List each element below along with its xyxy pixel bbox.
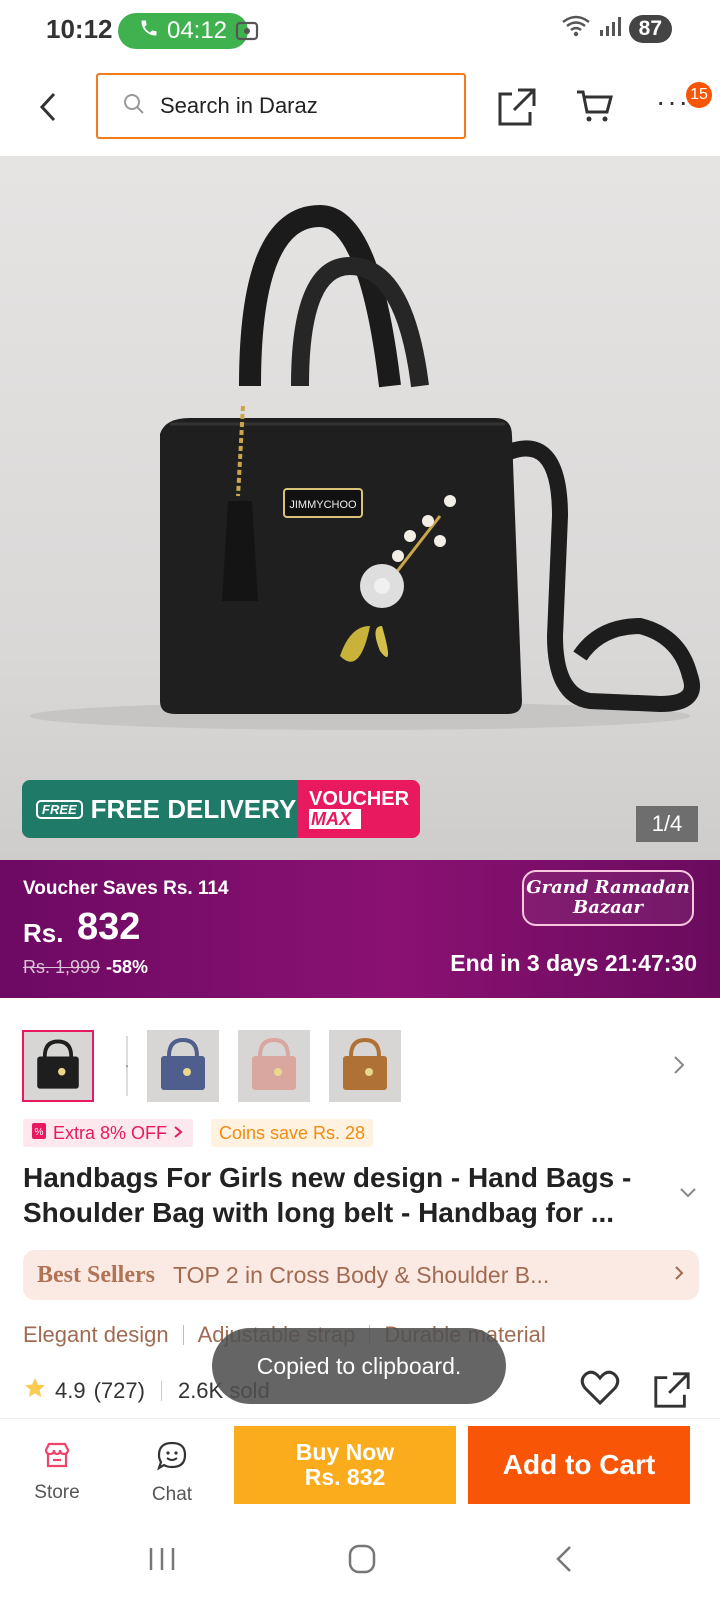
thumbnails-next-button[interactable]: [672, 1054, 686, 1081]
current-price: 832: [77, 906, 141, 948]
screenshot-icon: [234, 18, 260, 49]
wifi-icon: [561, 14, 591, 43]
phone-icon: [139, 17, 159, 45]
campaign-name-line1: Grand Ramadan: [526, 877, 690, 898]
battery-indicator: 87: [628, 14, 672, 43]
buy-now-price: Rs. 832: [304, 1464, 386, 1490]
free-delivery-truck-icon: FREE: [36, 799, 83, 819]
extra-off-tag[interactable]: % Extra 8% OFF: [23, 1119, 194, 1147]
share-button[interactable]: [496, 86, 538, 133]
product-image-carousel[interactable]: JIMMYCHOO: [0, 156, 720, 860]
thumbnail-1[interactable]: [22, 1030, 94, 1102]
bag-logo-text: JIMMYCHOO: [289, 499, 357, 511]
original-price: Rs. 1,999: [23, 957, 101, 977]
extra-off-label: Extra 8% OFF: [53, 1122, 168, 1143]
product-title: Handbags For Girls new design - Hand Bag…: [23, 1162, 632, 1228]
chat-icon: [156, 1440, 188, 1478]
search-icon: [122, 92, 146, 121]
campaign-name-line2: Bazaar: [573, 897, 643, 918]
status-time: 10:12: [46, 14, 113, 44]
discount-percent: -58%: [106, 957, 149, 977]
thumbnail-2[interactable]: [147, 1030, 219, 1102]
buy-now-button[interactable]: Buy Now Rs. 832: [234, 1426, 456, 1504]
coupon-icon: %: [31, 1122, 47, 1145]
more-menu-button[interactable]: ···: [656, 88, 690, 116]
price-currency: Rs.: [23, 918, 64, 948]
free-delivery-banner: FREE FREE DELIVERY VOUCHER MAX: [22, 780, 420, 838]
system-back-button[interactable]: [554, 1544, 574, 1579]
back-icon: [556, 1546, 571, 1572]
recent-apps-icon: [149, 1548, 175, 1570]
store-button[interactable]: Store: [22, 1440, 92, 1504]
rating-count: (727): [93, 1378, 145, 1403]
buy-now-label: Buy Now: [295, 1439, 395, 1465]
feature-divider: [182, 1325, 184, 1345]
feature-item: Elegant design: [23, 1322, 169, 1347]
campaign-countdown: End in 3 days 21:47:30: [450, 950, 697, 976]
thumbnail-divider: [126, 1036, 128, 1096]
status-bar: 10:12 04:12 87: [0, 0, 720, 62]
expand-title-button[interactable]: [678, 1186, 698, 1204]
thumbnail-5[interactable]: [420, 1030, 492, 1102]
product-bag-image: JIMMYCHOO: [30, 204, 700, 730]
rating-score: 4.9: [55, 1378, 86, 1403]
ongoing-call-pill[interactable]: 04:12: [118, 13, 248, 49]
chat-label: Chat: [151, 1484, 193, 1505]
coins-save-tag: Coins save Rs. 28: [211, 1119, 374, 1147]
toast-message: Copied to clipboard.: [212, 1328, 506, 1404]
chevron-right-icon: [673, 1264, 685, 1287]
chevron-left-icon: [39, 92, 56, 122]
signal-icon: [599, 15, 621, 42]
chevron-right-icon: [173, 1123, 183, 1144]
campaign-logo[interactable]: Grand Ramadan Bazaar: [522, 870, 694, 926]
back-button[interactable]: [34, 90, 64, 124]
add-to-cart-button[interactable]: Add to Cart: [468, 1426, 690, 1504]
call-timer: 04:12: [166, 17, 228, 44]
cart-button[interactable]: [575, 88, 613, 129]
search-input[interactable]: Search in Daraz: [96, 73, 466, 139]
image-counter: 1/4: [636, 806, 698, 842]
best-sellers-title: Best Sellers: [37, 1261, 155, 1288]
voucher-max-badge: VOUCHER MAX: [297, 780, 420, 838]
chevron-right-icon: [674, 1056, 685, 1074]
share-icon: [498, 88, 536, 126]
share-icon: [654, 1372, 690, 1408]
variant-thumbnails: [22, 1030, 698, 1106]
voucher-label: VOUCHER: [309, 788, 410, 810]
best-sellers-banner[interactable]: Best Sellers TOP 2 in Cross Body & Shoul…: [23, 1250, 699, 1300]
voucher-saves-text: Voucher Saves Rs. 114: [23, 878, 229, 899]
share-product-button[interactable]: [652, 1370, 692, 1415]
recent-apps-button[interactable]: [148, 1546, 176, 1577]
free-delivery-text: FREE DELIVERY: [90, 793, 297, 824]
svg-text:%: %: [35, 1127, 44, 1138]
wishlist-button[interactable]: [580, 1370, 620, 1411]
home-icon: [348, 1544, 376, 1574]
thumbnail-3[interactable]: [238, 1030, 310, 1102]
store-icon: [42, 1440, 72, 1476]
rating-divider: [160, 1381, 162, 1401]
best-sellers-rank: TOP 2 in Cross Body & Shoulder B...: [172, 1261, 550, 1288]
thumbnail-4[interactable]: [329, 1030, 401, 1102]
chevron-down-icon: [680, 1188, 696, 1198]
store-label: Store: [34, 1482, 80, 1503]
search-placeholder: Search in Daraz: [160, 93, 318, 118]
star-icon: [23, 1376, 47, 1406]
home-button[interactable]: [348, 1544, 376, 1579]
voucher-max-label: MAX: [309, 809, 361, 829]
chat-button[interactable]: Chat: [137, 1440, 207, 1506]
heart-icon: [580, 1370, 620, 1406]
notification-badge: 15: [686, 82, 712, 108]
cart-icon: [577, 90, 613, 122]
